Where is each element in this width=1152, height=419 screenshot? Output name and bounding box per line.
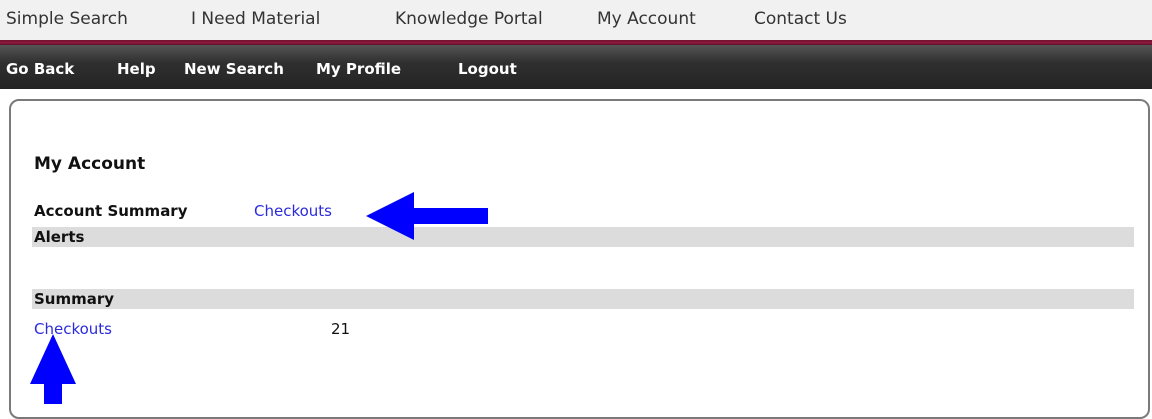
- top-nav-simple-search[interactable]: Simple Search: [6, 9, 128, 29]
- alerts-section-header: Alerts: [32, 227, 1134, 247]
- annotation-arrow-left-icon: [366, 192, 488, 240]
- alerts-header-label: Alerts: [34, 228, 85, 246]
- checkouts-tab-link[interactable]: Checkouts: [254, 202, 332, 220]
- help-link[interactable]: Help: [117, 60, 156, 78]
- go-back-link[interactable]: Go Back: [6, 60, 74, 78]
- top-nav-contact-us[interactable]: Contact Us: [754, 9, 847, 29]
- top-nav-i-need-material[interactable]: I Need Material: [191, 9, 320, 29]
- summary-header-label: Summary: [34, 290, 115, 308]
- summary-section-header: Summary: [32, 289, 1134, 309]
- my-profile-link[interactable]: My Profile: [316, 60, 401, 78]
- new-search-link[interactable]: New Search: [184, 60, 284, 78]
- top-nav-knowledge-portal[interactable]: Knowledge Portal: [395, 9, 543, 29]
- sub-nav: Go Back Help New Search My Profile Logou…: [0, 45, 1152, 89]
- top-nav-my-account[interactable]: My Account: [597, 9, 696, 29]
- content-panel: [9, 99, 1150, 419]
- top-nav: Simple Search I Need Material Knowledge …: [0, 0, 1152, 40]
- summary-checkouts-count: 21: [331, 320, 351, 338]
- logout-link[interactable]: Logout: [458, 60, 517, 78]
- annotation-arrow-up-icon: [30, 334, 76, 404]
- page-title: My Account: [34, 154, 146, 174]
- account-summary-label: Account Summary: [34, 202, 188, 220]
